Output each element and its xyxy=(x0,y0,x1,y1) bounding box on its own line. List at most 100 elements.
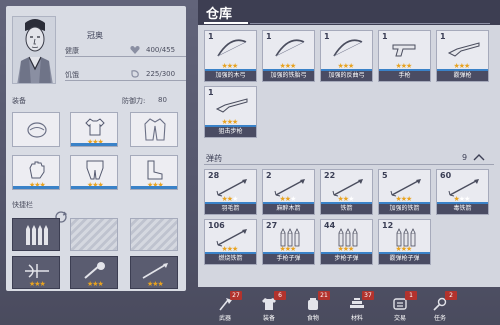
slot-stars: ★★★ xyxy=(87,280,104,288)
ammo-card[interactable]: 60 ★★★ 毒铁箭 xyxy=(436,169,489,215)
quick-slot-1[interactable] xyxy=(12,218,60,251)
equip-slot-head[interactable] xyxy=(12,112,60,147)
equip-slot-boots[interactable]: ★★★ xyxy=(130,155,178,190)
slot-durability-bar xyxy=(71,186,117,189)
quickbar-label: 快捷栏 xyxy=(12,201,33,209)
glove-icon xyxy=(29,161,45,179)
nav-label: 装备 xyxy=(262,315,275,322)
health-divider xyxy=(65,56,186,57)
nav-button-shirt[interactable]: 6 装备 xyxy=(250,291,288,323)
item-name: 手枪子弹 xyxy=(263,254,314,264)
ammo-card[interactable]: 12 ★★★ 霰弹枪子弹 xyxy=(378,219,431,265)
item-count: 5 xyxy=(382,171,388,180)
item-count: 1 xyxy=(266,32,272,41)
defense-label: 防御力: xyxy=(122,97,146,105)
spear-icon xyxy=(142,263,168,279)
nav-badge: 1 xyxy=(405,291,417,300)
item-count: 1 xyxy=(208,88,214,97)
item-name: 步枪子弹 xyxy=(321,254,372,264)
weapon-card[interactable]: 1 ★★★ 霰弹枪 xyxy=(436,30,489,82)
nav-button-food[interactable]: 21 食物 xyxy=(294,291,332,323)
quick-slot-4[interactable]: ★★★ xyxy=(12,256,60,289)
ammo-bundle-icon xyxy=(26,225,48,245)
ammo-card[interactable]: 44 ★★★ 步枪子弹 xyxy=(320,219,373,265)
warehouse-title-underline xyxy=(204,22,248,24)
nav-label: 交易 xyxy=(393,315,406,322)
item-name: 毒铁箭 xyxy=(437,204,488,214)
equip-slot-jacket[interactable] xyxy=(130,112,178,147)
equip-slot-pants[interactable]: ★★★ xyxy=(70,155,118,190)
item-count: 1 xyxy=(324,32,330,41)
item-count: 1 xyxy=(208,32,214,41)
health-label: 健康 xyxy=(65,47,79,55)
slot-stars: ★★★ xyxy=(147,280,164,288)
nav-badge: 21 xyxy=(318,291,330,300)
hunger-divider xyxy=(65,80,186,81)
mace-icon xyxy=(84,262,105,279)
hunger-label: 饥饿 xyxy=(65,71,79,79)
item-count: 1 xyxy=(440,32,446,41)
nav-badge: 6 xyxy=(274,291,286,300)
ammo-card[interactable]: 22 ★★★ 铁箭 xyxy=(320,169,373,215)
warehouse-panel: 仓库 弹药 9 1 ★★★ 加强的木弓 1 ★★★ 加强的铁胎弓 1 ★★★ 加强的反曲弓 1 ★★… xyxy=(198,0,500,287)
weapon-card[interactable]: 1 ★★★ 加强的铁胎弓 xyxy=(262,30,315,82)
item-count: 2 xyxy=(266,171,272,180)
item-name: 手枪 xyxy=(379,71,430,81)
ammo-card[interactable]: 106 ★★★ 燃烧铁箭 xyxy=(204,219,257,265)
slot-durability-bar xyxy=(13,186,59,189)
nav-label: 食物 xyxy=(306,315,319,322)
recurve-bow-icon xyxy=(331,39,365,59)
equip-slot-gloves[interactable]: ★★★ xyxy=(12,155,60,190)
nav-badge: 37 xyxy=(362,291,374,300)
item-name: 加强的木弓 xyxy=(205,71,256,81)
slot-stars: ★★★ xyxy=(29,280,46,288)
ammo-card[interactable]: 2 ★★★ 麻醉木箭 xyxy=(262,169,315,215)
ammo-count: 9 xyxy=(462,153,468,162)
character-panel: 冠奥 健康 400/455 饥饿 225/300 装备 防御力: 80 ★★★ xyxy=(6,6,186,291)
weapon-card[interactable]: 1 ★★★ 手枪 xyxy=(378,30,431,82)
item-name: 麻醉木箭 xyxy=(263,204,314,214)
slot-durability-bar xyxy=(71,143,117,146)
item-name: 加强的铁箭 xyxy=(379,204,430,214)
shirt-icon xyxy=(85,118,105,136)
item-name: 加强的铁胎弓 xyxy=(263,71,314,81)
equipment-label: 装备 xyxy=(12,97,26,105)
boots-icon xyxy=(147,160,163,180)
ammo-card[interactable]: 28 ★★★ 羽毛箭 xyxy=(204,169,257,215)
slot-durability-bar xyxy=(131,186,177,189)
nav-button-quest[interactable]: 2 任务 xyxy=(421,291,459,323)
iron-bow-icon xyxy=(273,39,307,59)
weapon-card[interactable]: 1 ★★★ 加强的木弓 xyxy=(204,30,257,82)
quick-slot-6[interactable]: ★★★ xyxy=(130,256,178,289)
equip-slot-body[interactable]: ★★★ xyxy=(70,112,118,147)
ammo-card[interactable]: 27 ★★★ 手枪子弹 xyxy=(262,219,315,265)
collapse-chevron-icon[interactable] xyxy=(472,152,486,162)
quick-slot-2-locked xyxy=(70,218,118,251)
item-name: 霰弹枪子弹 xyxy=(379,254,430,264)
nav-button-axe[interactable]: 27 武器 xyxy=(206,291,244,323)
nav-badge: 2 xyxy=(445,291,457,300)
item-name: 铁箭 xyxy=(321,204,372,214)
pants-icon xyxy=(86,160,104,180)
wooden-bow-icon xyxy=(215,39,249,59)
pistol-icon xyxy=(389,39,423,59)
nav-label: 任务 xyxy=(433,315,446,322)
inventory-screen: 冠奥 健康 400/455 饥饿 225/300 装备 防御力: 80 ★★★ xyxy=(0,0,500,325)
quick-slot-5[interactable]: ★★★ xyxy=(70,256,118,289)
item-name: 加强的反曲弓 xyxy=(321,71,372,81)
item-name: 霰弹枪 xyxy=(437,71,488,81)
nav-label: 材料 xyxy=(350,315,363,322)
sniper-rifle-icon xyxy=(215,95,249,115)
ammo-card[interactable]: 5 ★★★ 加强的铁箭 xyxy=(378,169,431,215)
weapon-card[interactable]: 1 ★★★ 狙击步枪 xyxy=(204,86,257,138)
hunger-value: 225/300 xyxy=(146,70,176,78)
warehouse-title: 仓库 xyxy=(206,7,233,22)
item-name: 狙击步枪 xyxy=(205,127,256,137)
ammo-divider xyxy=(204,164,494,165)
nav-button-material[interactable]: 37 材料 xyxy=(338,291,376,323)
item-count: 1 xyxy=(382,32,388,41)
health-value: 400/455 xyxy=(146,46,176,54)
nav-button-trade[interactable]: 1 交易 xyxy=(381,291,419,323)
weapon-card[interactable]: 1 ★★★ 加强的反曲弓 xyxy=(320,30,373,82)
warehouse-header: 仓库 xyxy=(198,0,500,25)
